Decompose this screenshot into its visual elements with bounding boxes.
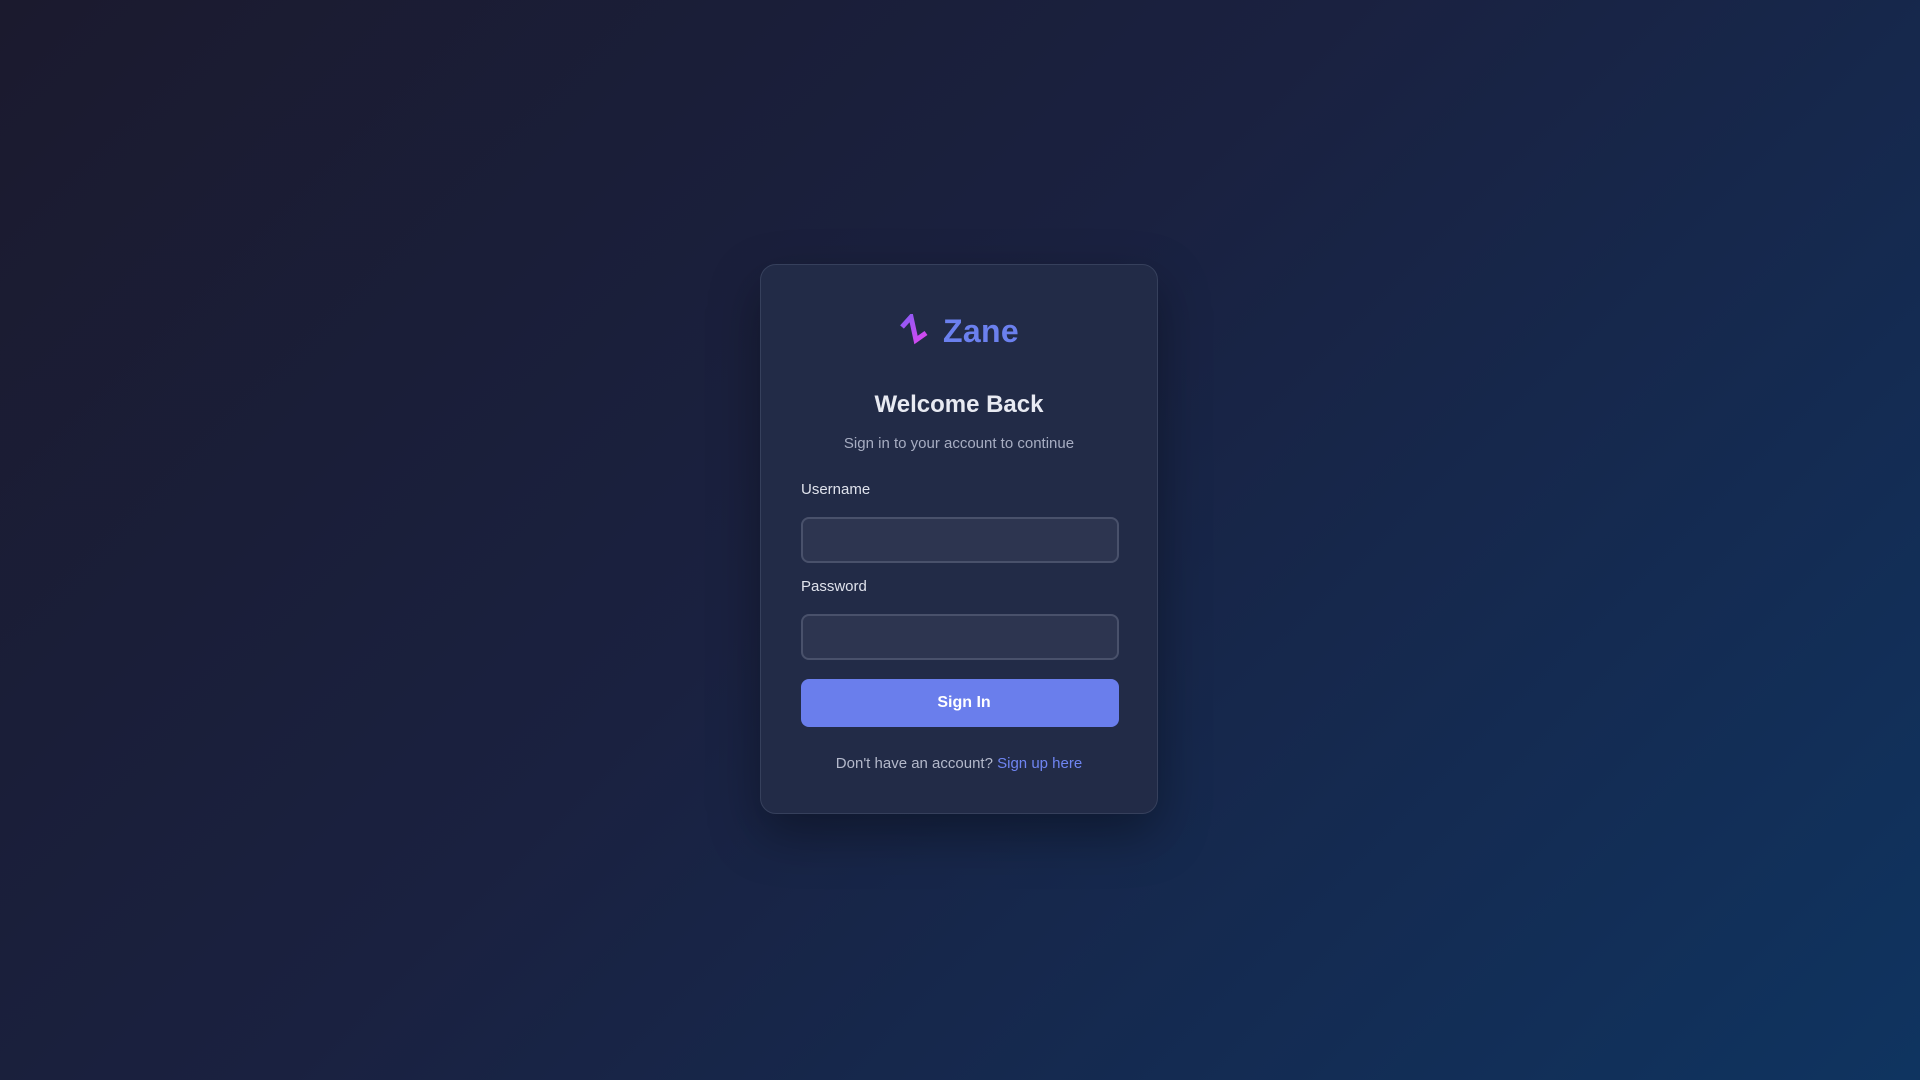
signup-prompt: Don't have an account? Sign up here — [761, 755, 1157, 772]
sign-up-link[interactable]: Sign up here — [997, 755, 1082, 772]
page-title: Welcome Back — [874, 391, 1044, 418]
page-subtitle: Sign in to your account to continue — [843, 435, 1075, 452]
signup-prompt-text: Don't have an account? — [835, 755, 993, 772]
password-input[interactable] — [801, 614, 1119, 660]
username-input[interactable] — [801, 517, 1119, 563]
login-card: Zane Welcome Back Sign in to your accoun… — [760, 264, 1158, 814]
password-label: Password — [801, 578, 867, 595]
sign-in-label: Sign In — [937, 694, 991, 711]
brand-header: Zane — [761, 313, 1157, 350]
brand-name: Zane — [943, 313, 1019, 349]
zigzag-bolt-icon — [900, 313, 928, 344]
username-label: Username — [801, 481, 871, 498]
sign-in-button[interactable]: Sign In — [801, 679, 1119, 727]
